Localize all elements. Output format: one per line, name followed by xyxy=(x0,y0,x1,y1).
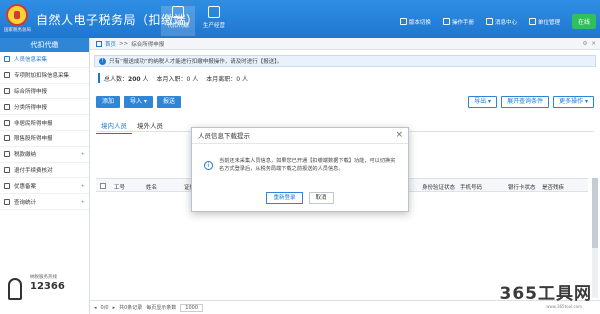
dialog-title: 人员信息下载提示 xyxy=(192,128,408,144)
close-icon[interactable]: × xyxy=(395,131,403,140)
download-prompt-dialog: 人员信息下载提示 × i 当前还未采集人员信息，如果您已开通【扣缴端数据下载】功… xyxy=(191,127,409,212)
relogin-button[interactable]: 重新登录 xyxy=(266,192,303,204)
dialog-message: 当前还未采集人员信息，如果您已开通【扣缴端数据下载】功能，可以切换实名方式登录后… xyxy=(219,158,396,172)
info-icon: i xyxy=(204,161,213,170)
cancel-button[interactable]: 取消 xyxy=(308,192,334,204)
watermark: 365工具网 xyxy=(499,284,592,304)
modal-overlay: 人员信息下载提示 × i 当前还未采集人员信息，如果您已开通【扣缴端数据下载】功… xyxy=(0,0,600,314)
dialog-buttons: 重新登录 取消 xyxy=(192,192,408,204)
watermark-sub: www.365tool.com xyxy=(546,304,582,309)
